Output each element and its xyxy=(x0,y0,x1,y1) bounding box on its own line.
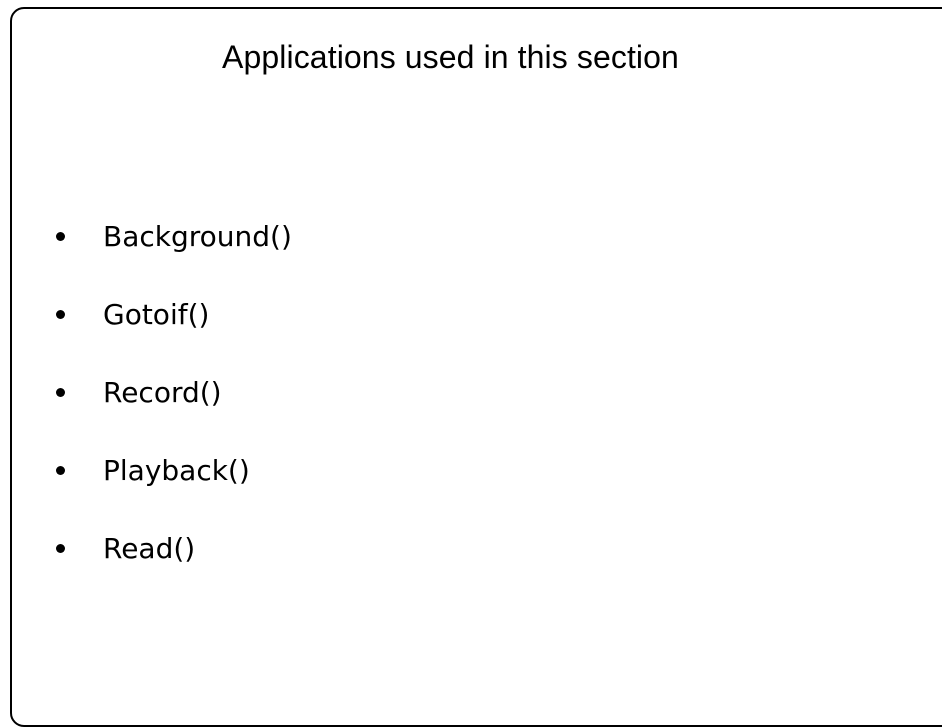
list-item: Playback() xyxy=(56,431,292,509)
list-item-label: Read() xyxy=(103,531,196,565)
list-item: Record() xyxy=(56,353,292,431)
list-item: Background() xyxy=(56,197,292,275)
bullet-icon xyxy=(56,543,65,553)
list-item-label: Background() xyxy=(103,219,292,253)
list-item: Read() xyxy=(56,509,292,587)
slide-title: Applications used in this section xyxy=(222,39,679,75)
bullet-icon xyxy=(56,387,65,397)
list-item-label: Gotoif() xyxy=(103,297,210,331)
list-item: Gotoif() xyxy=(56,275,292,353)
bullet-icon xyxy=(56,465,65,475)
list-item-label: Playback() xyxy=(103,453,250,487)
list-item-label: Record() xyxy=(103,375,222,409)
bullet-icon xyxy=(56,231,65,241)
slide-frame: Applications used in this section Backgr… xyxy=(10,7,942,727)
bullet-icon xyxy=(56,309,65,319)
bullet-list: Background() Gotoif() Record() Playback(… xyxy=(56,197,292,587)
